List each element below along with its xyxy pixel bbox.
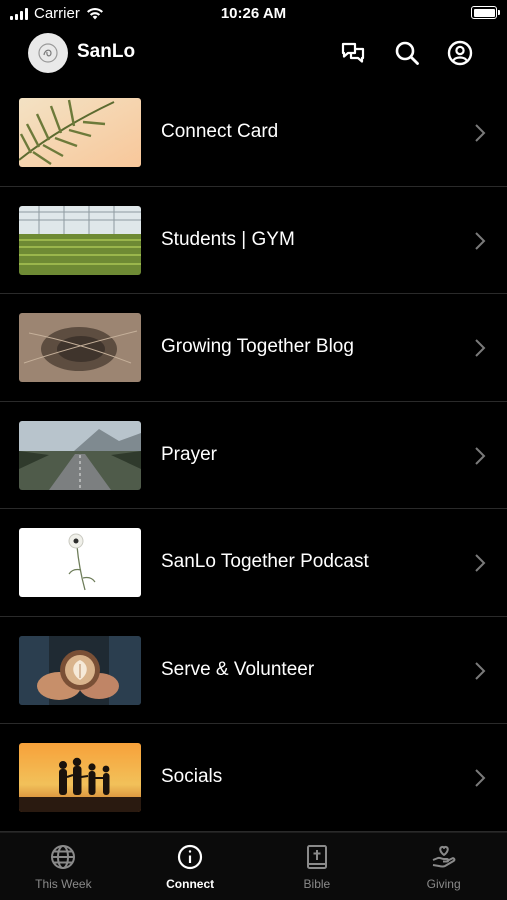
logo-icon: [38, 43, 58, 63]
growing-together-blog-thumbnail: [19, 313, 141, 382]
list-item[interactable]: Growing Together Blog: [0, 294, 507, 402]
list-item[interactable]: Connect Card: [0, 79, 507, 187]
chevron-right-icon: [475, 124, 486, 142]
connect-card-thumbnail: [19, 98, 141, 167]
giving-hand-icon: [430, 843, 458, 871]
list-item-label: Students | GYM: [161, 228, 295, 250]
chevron-right-icon: [475, 446, 486, 465]
tab-label: Connect: [166, 877, 215, 891]
tab-connect[interactable]: Connect: [127, 833, 254, 900]
connect-list: Connect Card Students | GYM Growing Toge…: [0, 79, 507, 832]
list-item-label: Prayer: [161, 443, 217, 465]
tab-this-week[interactable]: This Week: [0, 833, 127, 900]
app-header: SanLo: [0, 30, 507, 76]
globe-icon: [49, 843, 77, 871]
prayer-thumbnail: [19, 420, 141, 490]
info-icon: [176, 843, 204, 871]
list-item[interactable]: Prayer: [0, 402, 507, 509]
chevron-right-icon: [475, 769, 486, 787]
search-icon[interactable]: [393, 39, 421, 67]
chevron-right-icon: [475, 231, 486, 250]
chevron-right-icon: [475, 661, 486, 680]
profile-icon[interactable]: [446, 39, 474, 67]
chevron-right-icon: [475, 554, 486, 572]
list-item[interactable]: Students | GYM: [0, 187, 507, 294]
battery-icon: [471, 6, 500, 19]
list-item-label: Growing Together Blog: [161, 336, 354, 357]
tab-bible[interactable]: Bible: [254, 833, 381, 900]
status-bar: Carrier 10:26 AM: [0, 0, 507, 28]
messages-icon[interactable]: [339, 39, 367, 67]
chevron-right-icon: [475, 339, 486, 357]
list-item[interactable]: SanLo Together Podcast: [0, 509, 507, 617]
serve-volunteer-thumbnail: [19, 635, 141, 705]
list-item[interactable]: Socials: [0, 724, 507, 832]
list-item-label: Serve & Volunteer: [161, 658, 315, 680]
list-item-label: Connect Card: [161, 121, 279, 142]
tab-bar: This Week Connect Bible Giving: [0, 832, 507, 900]
avatar[interactable]: [28, 33, 68, 73]
tab-label: Bible: [303, 877, 331, 891]
tab-giving[interactable]: Giving: [380, 833, 507, 900]
bible-icon: [303, 843, 331, 871]
tab-label: Giving: [426, 877, 461, 891]
students-gym-thumbnail: [19, 205, 141, 275]
app-title: SanLo: [77, 41, 136, 62]
status-time: 10:26 AM: [220, 5, 287, 22]
sanlo-together-podcast-thumbnail: [19, 528, 141, 597]
tab-label: This Week: [35, 877, 92, 891]
list-item[interactable]: Serve & Volunteer: [0, 617, 507, 724]
list-item-label: SanLo Together Podcast: [161, 551, 369, 572]
list-item-label: Socials: [161, 766, 223, 787]
socials-thumbnail: [19, 743, 141, 812]
